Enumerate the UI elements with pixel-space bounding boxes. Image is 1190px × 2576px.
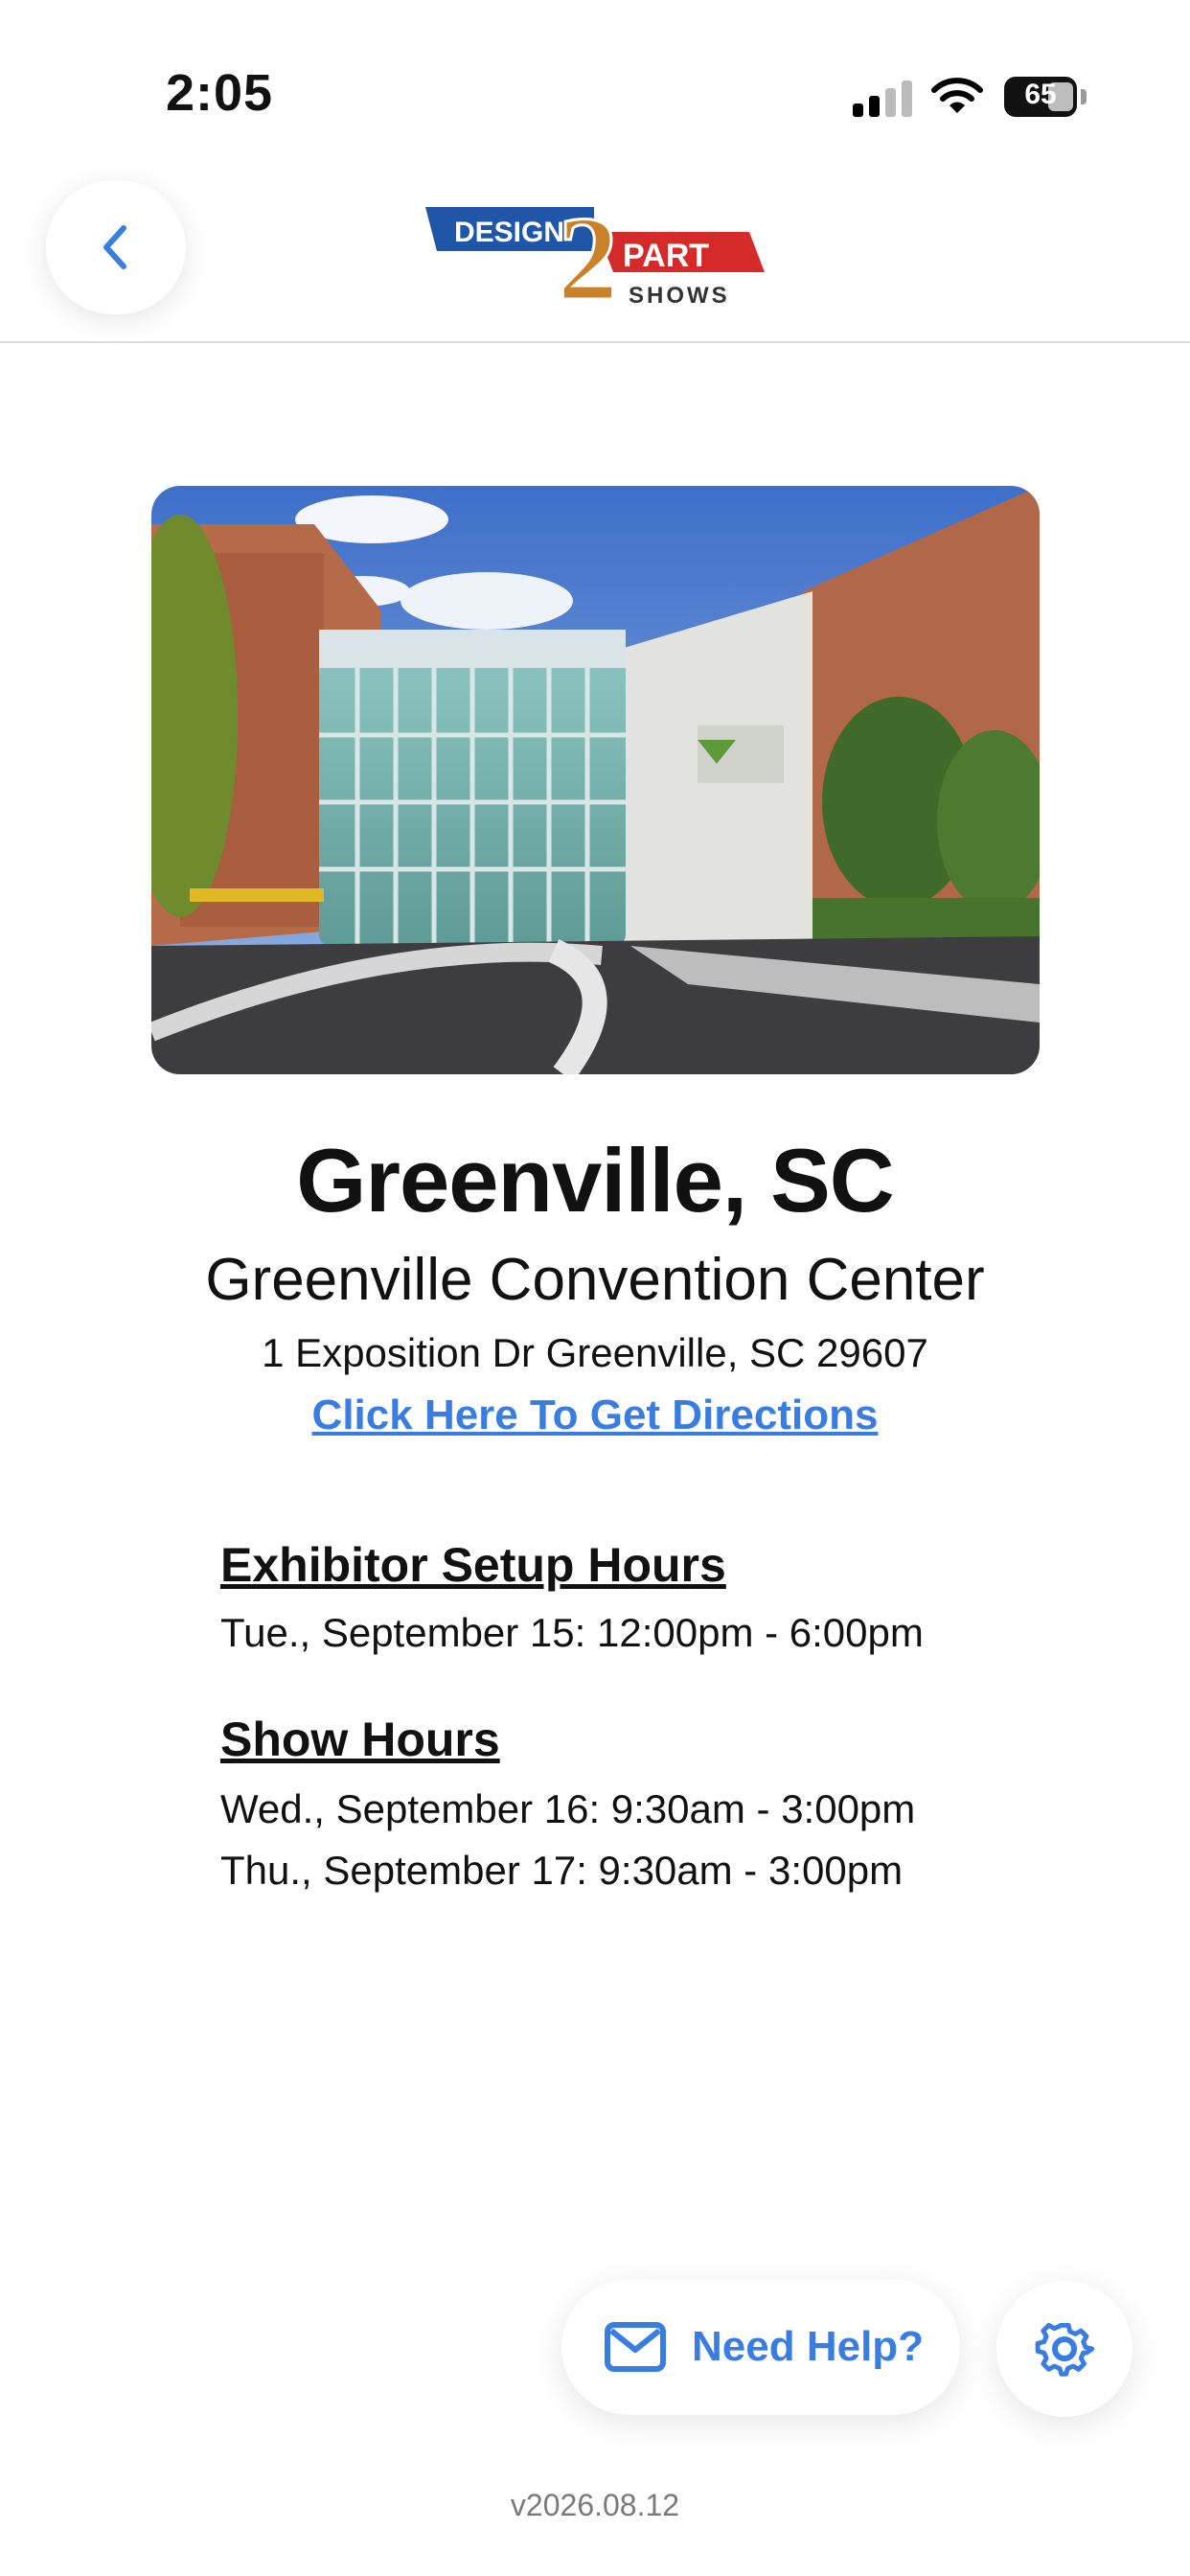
logo-word-design: DESIGN bbox=[454, 217, 564, 248]
venue-photo bbox=[151, 486, 1040, 1074]
mail-icon bbox=[605, 2322, 666, 2372]
setup-hours-heading: Exhibitor Setup Hours bbox=[220, 1538, 726, 1592]
directions-link[interactable]: Click Here To Get Directions bbox=[0, 1392, 1190, 1439]
logo-word-part: PART bbox=[623, 238, 709, 274]
app-logo: DESIGN PART 2 SHOWS bbox=[425, 192, 765, 310]
setup-hours-line: Tue., September 15: 12:00pm - 6:00pm bbox=[220, 1610, 924, 1655]
status-time: 2:05 bbox=[166, 64, 274, 122]
gear-icon bbox=[1035, 2322, 1095, 2377]
show-hours-line: Wed., September 16: 9:30am - 3:00pm bbox=[220, 1786, 916, 1831]
venue-address: 1 Exposition Dr Greenville, SC 29607 bbox=[262, 1330, 928, 1375]
venue-city-title: Greenville, SC bbox=[296, 1130, 894, 1230]
need-help-button[interactable]: Need Help? bbox=[561, 2279, 960, 2415]
settings-button[interactable] bbox=[996, 2281, 1133, 2417]
back-chevron-icon bbox=[103, 225, 126, 269]
logo-numeral: 2 bbox=[558, 193, 618, 310]
signal-icon bbox=[853, 80, 912, 117]
wifi-icon bbox=[931, 78, 983, 113]
show-hours-line: Thu., September 17: 9:30am - 3:00pm bbox=[220, 1848, 904, 1893]
battery-icon: 65 bbox=[1004, 77, 1087, 117]
header-divider bbox=[0, 341, 1190, 343]
back-button[interactable] bbox=[46, 180, 186, 314]
show-hours-heading: Show Hours bbox=[220, 1713, 500, 1766]
venue-name: Greenville Convention Center bbox=[205, 1247, 985, 1313]
need-help-label: Need Help? bbox=[692, 2323, 925, 2370]
battery-level: 65 bbox=[1024, 79, 1057, 110]
logo-word-shows: SHOWS bbox=[629, 283, 730, 309]
app-version: v2026.08.12 bbox=[510, 2488, 680, 2522]
